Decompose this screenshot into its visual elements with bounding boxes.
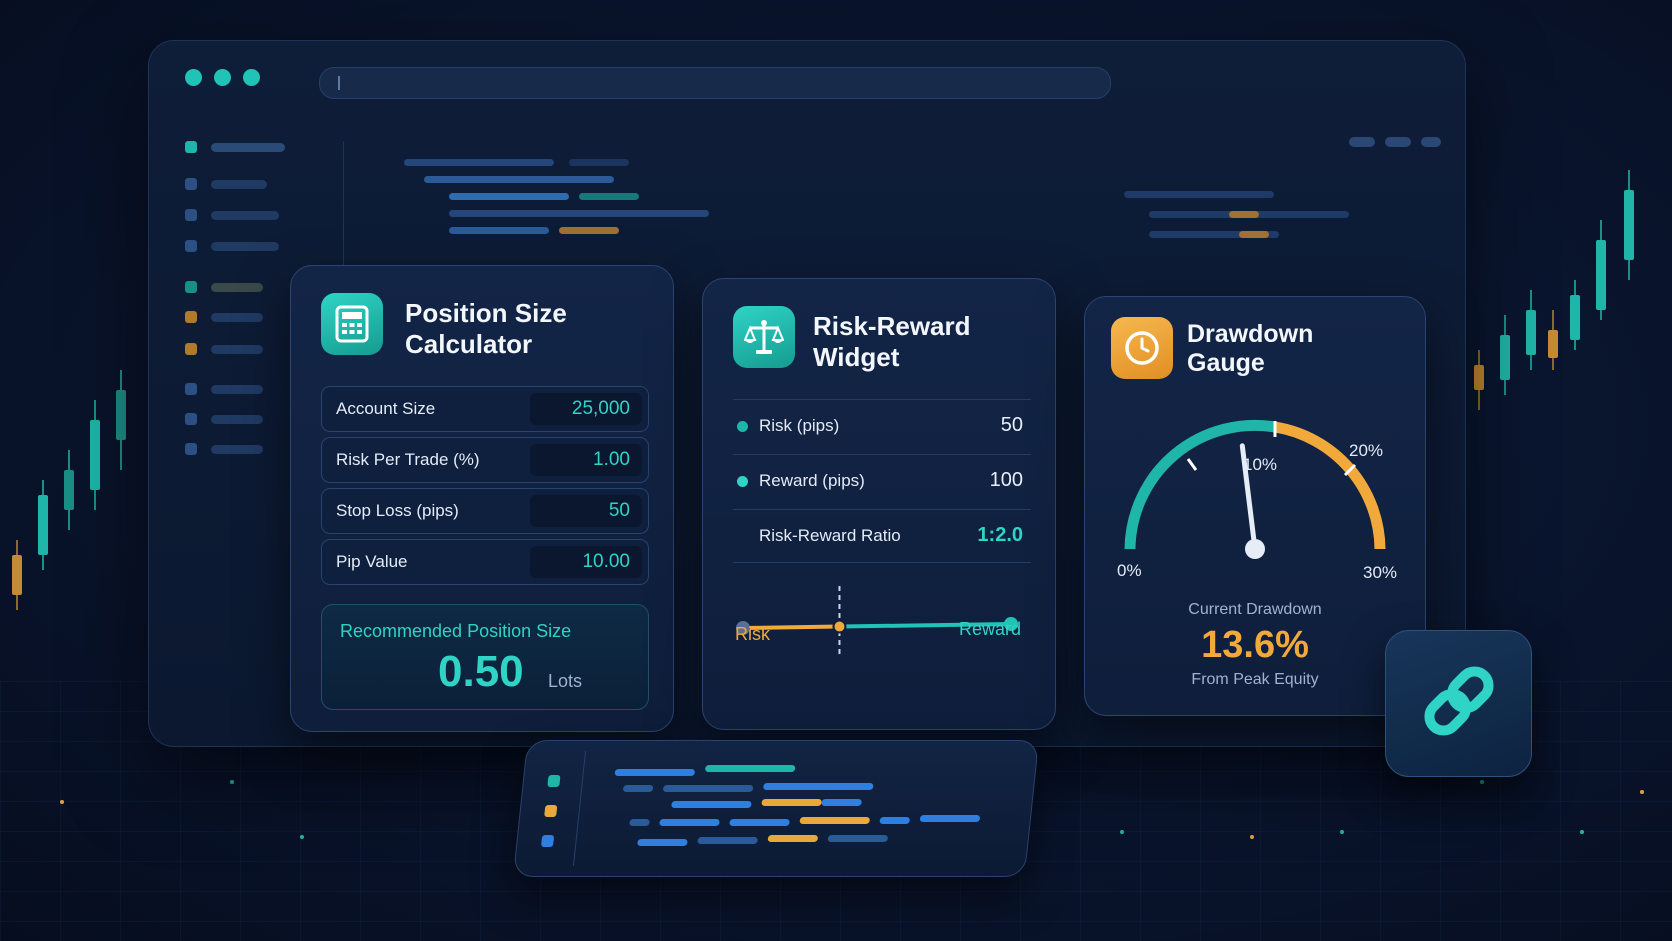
recommended-position-box: Recommended Position Size 0.50 Lots <box>321 604 649 710</box>
link-icon <box>1413 655 1505 752</box>
card-title: Position Size Calculator <box>405 298 567 359</box>
card-title: Risk-Reward Widget <box>813 311 971 372</box>
window-control[interactable] <box>1421 137 1441 147</box>
drawdown-value: 13.6% <box>1201 624 1309 666</box>
row-label: Reward (pips) <box>759 471 865 490</box>
risk-reward-widget-card: Risk-Reward Widget Risk (pips) 50 Reward… <box>702 278 1056 730</box>
gauge-tick-label: 10% <box>1243 455 1278 474</box>
result-label: Recommended Position Size <box>340 621 572 641</box>
ratio-value: 1:2.0 <box>977 524 1023 546</box>
row-label: Risk (pips) <box>759 416 840 435</box>
risk-per-trade-field: Risk Per Trade (%) 1.00 <box>321 437 649 483</box>
window-control[interactable] <box>1349 137 1375 147</box>
gauge-tick-label: 20% <box>1349 441 1384 460</box>
field-label: Stop Loss (pips) <box>336 501 459 520</box>
field-label: Pip Value <box>336 552 408 571</box>
drawdown-gauge-card: Drawdown Gauge 0% 10% 20% 30% Current Dr… <box>1084 296 1426 716</box>
stop-loss-input[interactable]: 50 <box>530 495 642 527</box>
reward-pips-row: Reward (pips) 100 <box>733 454 1031 507</box>
risk-reward-ratio-row: Risk-Reward Ratio 1:2.0 <box>733 509 1031 563</box>
pip-value-field: Pip Value 10.00 <box>321 539 649 585</box>
account-size-input[interactable]: 25,000 <box>530 393 642 425</box>
gauge-caption: Current Drawdown <box>1188 601 1322 618</box>
gauge-subcaption: From Peak Equity <box>1191 671 1319 688</box>
slider-risk-label: Risk <box>735 624 770 644</box>
window-dot[interactable] <box>243 69 260 86</box>
result-unit: Lots <box>548 671 583 691</box>
code-panel <box>512 740 1040 877</box>
stop-loss-field: Stop Loss (pips) 50 <box>321 488 649 534</box>
field-label: Risk Per Trade (%) <box>336 450 480 469</box>
gauge-hub <box>1245 539 1265 559</box>
risk-pips-row: Risk (pips) 50 <box>733 399 1031 452</box>
calculator-icon <box>321 293 383 355</box>
window-dot[interactable] <box>185 69 202 86</box>
risk-pips-value[interactable]: 50 <box>1001 414 1023 437</box>
field-label: Account Size <box>336 399 436 418</box>
position-size-calculator-card: Position Size Calculator Account Size 25… <box>290 265 674 732</box>
link-button[interactable] <box>1385 630 1532 777</box>
clock-icon <box>1111 317 1173 379</box>
drawdown-gauge <box>1124 419 1386 559</box>
pip-value-input[interactable]: 10.00 <box>530 546 642 578</box>
gauge-tick-label: 0% <box>1117 561 1142 580</box>
scales-icon <box>733 306 795 368</box>
account-size-field: Account Size 25,000 <box>321 386 649 432</box>
risk-per-trade-input[interactable]: 1.00 <box>530 444 642 476</box>
window-dot[interactable] <box>214 69 231 86</box>
gauge-tick-5 <box>1186 458 1198 471</box>
result-value: 0.50 <box>438 647 524 696</box>
card-title: Drawdown Gauge <box>1187 320 1314 377</box>
risk-dot-icon <box>737 421 748 432</box>
gauge-tick-label: 30% <box>1363 563 1398 582</box>
address-bar[interactable] <box>319 67 1111 99</box>
reward-pips-value[interactable]: 100 <box>990 469 1023 492</box>
window-control[interactable] <box>1385 137 1411 147</box>
row-label: Risk-Reward Ratio <box>759 526 901 545</box>
reward-dot-icon <box>737 476 748 487</box>
slider-reward-label: Reward <box>958 619 1021 639</box>
